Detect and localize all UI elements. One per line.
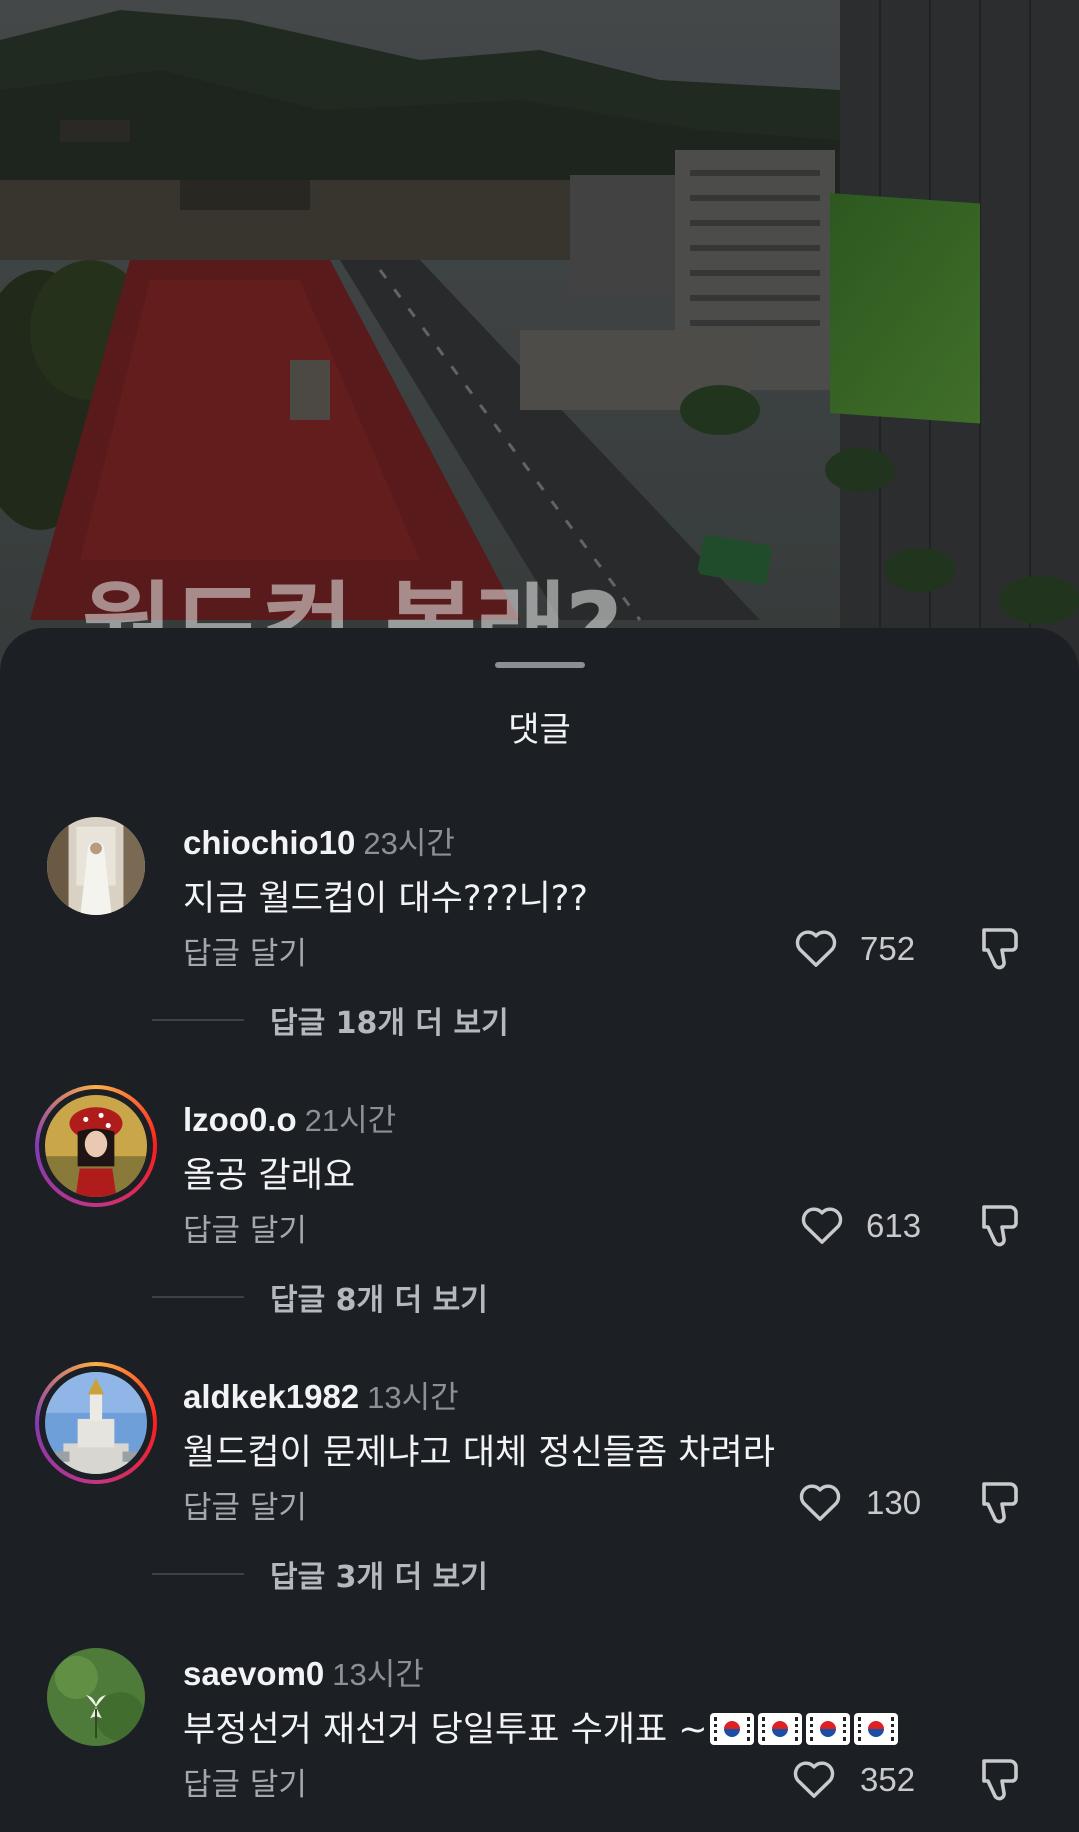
thumbs-down-outline-icon[interactable] xyxy=(978,1755,1022,1803)
divider xyxy=(152,1296,244,1298)
avatar[interactable] xyxy=(44,814,148,918)
reply-button[interactable]: 답글 달기 xyxy=(183,1482,307,1527)
kr-flag-icon xyxy=(853,1713,898,1745)
comment-username[interactable]: chiochio10 xyxy=(183,824,355,861)
kr-flag-icon xyxy=(805,1713,850,1745)
avatar-image xyxy=(39,1089,153,1203)
comment-username[interactable]: lzoo0.o xyxy=(183,1101,297,1138)
comment-time: 13시간 xyxy=(332,1657,424,1692)
comment-username[interactable]: saevom0 xyxy=(183,1655,324,1692)
avatar-image xyxy=(39,1366,153,1480)
comment-text: 월드컵이 문제냐고 대체 정신들좀 차려라 xyxy=(183,1433,775,1473)
view-more-replies-label: 답글 3개 더 보기 xyxy=(270,1560,488,1595)
avatar-image xyxy=(47,1648,145,1746)
view-more-replies-label: 답글 8개 더 보기 xyxy=(270,1283,488,1318)
korea-flag-emojis xyxy=(709,1713,898,1745)
divider xyxy=(152,1573,244,1575)
view-more-replies[interactable]: 답글 3개 더 보기 xyxy=(152,1552,488,1596)
heart-outline-icon[interactable] xyxy=(793,926,839,968)
kr-flag-icon xyxy=(709,1713,754,1745)
comment-time: 21시간 xyxy=(304,1103,397,1138)
comments-sheet: 댓글 chiochio10 23시간 지금 월드컵이 대수???니?? 답글 달기 xyxy=(0,628,1079,1832)
thumbs-down-outline-icon[interactable] xyxy=(978,1478,1022,1526)
avatar-story-ring[interactable] xyxy=(35,1085,157,1207)
comment-text-container: 부정선거 재선거 당일투표 수개표 ~ xyxy=(183,1701,898,1752)
heart-outline-icon[interactable] xyxy=(799,1203,845,1245)
heart-outline-icon[interactable] xyxy=(797,1480,843,1522)
like-count: 130 xyxy=(866,1484,922,1521)
like-count: 352 xyxy=(860,1761,916,1798)
comment-item: chiochio10 23시간 지금 월드컵이 대수???니?? 답글 달기 75… xyxy=(0,814,1079,1074)
view-more-replies[interactable]: 답글 18개 더 보기 xyxy=(152,998,509,1042)
divider xyxy=(152,1019,244,1021)
avatar-image xyxy=(47,817,145,915)
comment-text: 지금 월드컵이 대수???니?? xyxy=(183,879,588,919)
thumbs-down-outline-icon[interactable] xyxy=(978,924,1022,972)
heart-outline-icon[interactable] xyxy=(791,1757,837,1799)
kr-flag-icon xyxy=(757,1713,802,1745)
comment-text: 부정선거 재선거 당일투표 수개표 ~ xyxy=(183,1710,708,1750)
sheet-title: 댓글 xyxy=(508,710,571,750)
comment-username[interactable]: aldkek1982 xyxy=(183,1378,359,1415)
like-count: 752 xyxy=(860,930,916,967)
comment-item: aldkek1982 13시간 월드컵이 문제냐고 대체 정신들좀 차려라 답글 … xyxy=(0,1362,1079,1628)
video-background: 월드컵 볼래? xyxy=(0,0,1079,720)
avatar-story-ring[interactable] xyxy=(35,1362,157,1484)
comment-text: 올공 갈래요 xyxy=(183,1156,356,1196)
reply-button[interactable]: 답글 달기 xyxy=(183,1759,307,1804)
comment-time: 23시간 xyxy=(363,826,455,861)
comment-time: 13시간 xyxy=(367,1380,459,1415)
view-more-replies-label: 답글 18개 더 보기 xyxy=(270,1006,509,1041)
comment-item: saevom0 13시간 부정선거 재선거 당일투표 수개표 ~ 답글 달기 35… xyxy=(0,1645,1079,1832)
comment-item: lzoo0.o 21시간 올공 갈래요 답글 달기 613 답글 8개 더 보기 xyxy=(0,1085,1079,1351)
thumbs-down-outline-icon[interactable] xyxy=(978,1201,1022,1249)
view-more-replies[interactable]: 답글 8개 더 보기 xyxy=(152,1275,488,1319)
like-count: 613 xyxy=(866,1207,922,1244)
sheet-drag-handle[interactable] xyxy=(495,662,585,668)
avatar[interactable] xyxy=(44,1645,148,1749)
reply-button[interactable]: 답글 달기 xyxy=(183,1205,307,1250)
reply-button[interactable]: 답글 달기 xyxy=(183,928,307,973)
